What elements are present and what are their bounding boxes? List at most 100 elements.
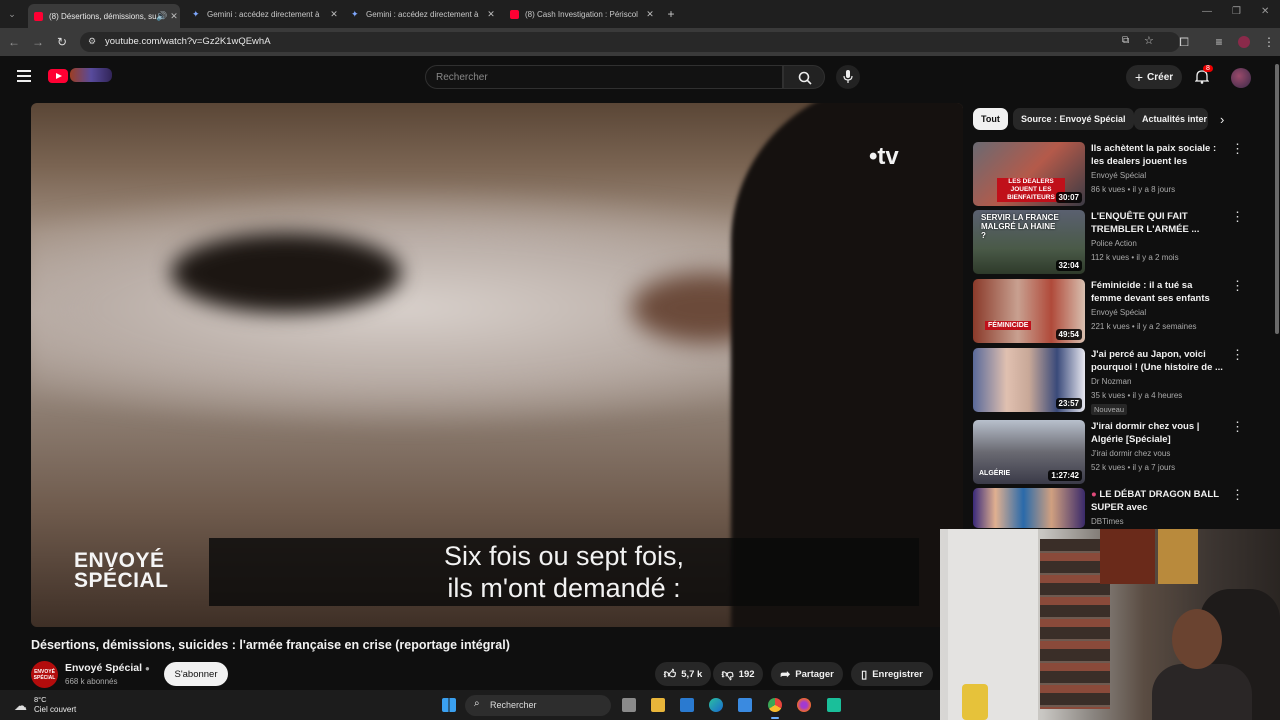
forward-icon[interactable]: → — [30, 34, 46, 50]
webcam-poster — [1158, 529, 1198, 584]
new-tab-icon[interactable]: + — [663, 6, 679, 22]
tab-cash-investigation[interactable]: (8) Cash Investigation : Périscol ✕ — [504, 4, 656, 24]
recommendation-title: J'irai dormir chez vous | Algérie [Spéci… — [1091, 421, 1200, 445]
recommendation-channel: J'irai dormir chez vous — [1091, 449, 1171, 458]
install-app-icon[interactable]: ⧉ — [1122, 35, 1129, 46]
more-options-icon[interactable]: ⋮ — [1231, 142, 1244, 155]
edge-icon[interactable] — [709, 698, 723, 712]
hamburger-menu-icon[interactable] — [17, 70, 31, 82]
recommendation-title: Ils achètent la paix sociale : les deale… — [1091, 143, 1217, 167]
search-input[interactable]: Rechercher — [425, 65, 783, 89]
dislike-count: 192 — [738, 668, 755, 680]
save-button[interactable]: ▯ Enregistrer — [851, 662, 933, 686]
more-options-icon[interactable]: ⋮ — [1231, 348, 1244, 361]
chip-source-envoye-special[interactable]: Source : Envoyé Spécial — [1013, 108, 1134, 130]
search-icon: ⌕ — [474, 698, 480, 709]
cloud-icon: ☁ — [14, 698, 27, 713]
program-logo: ENVOYÉ SPÉCIAL — [74, 549, 169, 591]
account-avatar[interactable] — [1231, 68, 1251, 88]
task-view-icon[interactable] — [622, 698, 636, 712]
voice-search-button[interactable] — [836, 65, 860, 89]
share-button[interactable]: ➦ Partager — [771, 662, 843, 686]
tab-title: Gemini : accédez directement à — [366, 9, 479, 19]
more-options-icon[interactable]: ⋮ — [1231, 210, 1244, 223]
video-thumbnail[interactable]: 23:57 — [973, 348, 1085, 412]
create-button[interactable]: + Créer — [1126, 65, 1182, 89]
url-field[interactable]: ⚙ youtube.com/watch?v=Gz2K1wQEwhA ⧉ ☆ — [80, 32, 1180, 52]
address-bar-row: ← → ↻ ⚙ youtube.com/watch?v=Gz2K1wQEwhA … — [0, 28, 1280, 56]
audio-icon[interactable]: 🔊 — [156, 11, 168, 22]
extensions-icon[interactable]: ⧠ — [1176, 34, 1192, 50]
maximize-icon[interactable]: ❐ — [1232, 6, 1241, 17]
tab-gemini-2[interactable]: ✦ Gemini : accédez directement à ✕ — [345, 4, 497, 24]
chrome-icon[interactable] — [768, 698, 782, 712]
recommendation-item[interactable]: ● LE DÉBAT DRAGON BALL SUPER avec @Sofia… — [973, 488, 1253, 528]
media-controls-icon[interactable]: ≡ — [1211, 34, 1227, 50]
reload-icon[interactable]: ↻ — [54, 34, 70, 50]
create-label: Créer — [1147, 71, 1174, 83]
windows-start-icon[interactable] — [442, 698, 456, 712]
more-options-icon[interactable]: ⋮ — [1231, 420, 1244, 433]
more-options-icon[interactable]: ⋮ — [1231, 488, 1244, 501]
recommendation-item[interactable]: ALGÉRIE 1:27:42 J'irai dormir chez vous … — [973, 420, 1253, 484]
video-player[interactable]: •tv ENVOYÉ SPÉCIAL Six fois ou sept fois… — [31, 103, 963, 627]
like-button[interactable]: 👍︎ 5,7 k — [655, 662, 711, 686]
subscribe-button[interactable]: S'abonner — [164, 662, 228, 686]
video-thumbnail[interactable]: LES DEALERS JOUENT LES BIENFAITEURS 30:0… — [973, 142, 1085, 206]
new-badge: Nouveau — [1091, 404, 1128, 415]
more-options-icon[interactable]: ⋮ — [1231, 279, 1244, 292]
window-close-icon[interactable]: ✕ — [1261, 6, 1269, 17]
recommendation-meta: 35 k vues • il y a 4 heures — [1091, 391, 1183, 400]
video-thumbnail[interactable]: ALGÉRIE 1:27:42 — [973, 420, 1085, 484]
dislike-button[interactable]: 👎︎ 192 — [713, 662, 763, 686]
tab-search-icon[interactable]: ⌄ — [4, 6, 20, 22]
minimize-icon[interactable]: — — [1202, 6, 1212, 17]
channel-name[interactable]: Envoyé Spécial ● — [65, 662, 150, 674]
store-icon[interactable] — [738, 698, 752, 712]
bookmark-star-icon[interactable]: ☆ — [1144, 34, 1154, 47]
program-logo-line1: ENVOYÉ — [74, 549, 165, 572]
firefox-icon[interactable] — [797, 698, 811, 712]
weather-temperature: 8°C — [34, 695, 47, 704]
broadcaster-logo: •tv — [869, 143, 899, 170]
video-frame-object — [171, 233, 401, 313]
youtube-logo-icon[interactable] — [48, 69, 68, 83]
save-label: Enregistrer — [872, 668, 923, 680]
tab-close-icon[interactable]: ✕ — [485, 9, 497, 20]
video-thumbnail[interactable]: SERVIR LA FRANCE MALGRÉ LA HAINE ? 32:04 — [973, 210, 1085, 274]
notification-badge: 8 — [1203, 65, 1213, 72]
page-scrollbar[interactable] — [1275, 64, 1279, 334]
browser-tab-bar: ⌄ (8) Désertions, démissions, suicides 🔊… — [0, 0, 1280, 28]
recommendation-item[interactable]: FÉMINICIDE 49:54 Féminicide : il a tué s… — [973, 279, 1253, 343]
tab-desertions[interactable]: (8) Désertions, démissions, suicides 🔊 ✕ — [28, 4, 180, 28]
chip-all[interactable]: Tout — [973, 108, 1008, 130]
channel-avatar[interactable]: ENVOYÉ SPÉCIAL — [31, 661, 58, 688]
tab-close-icon[interactable]: ✕ — [328, 9, 340, 20]
tab-gemini-1[interactable]: ✦ Gemini : accédez directement à ✕ — [186, 4, 340, 24]
chevron-right-icon[interactable]: › — [1220, 112, 1224, 127]
gemini-favicon-icon: ✦ — [351, 8, 359, 19]
outlook-icon[interactable] — [680, 698, 694, 712]
recommendation-meta: 112 k vues • il y a 2 mois — [1091, 253, 1179, 262]
recommendation-channel: Dr Nozman — [1091, 377, 1132, 386]
recommendation-item[interactable]: SERVIR LA FRANCE MALGRÉ LA HAINE ? 32:04… — [973, 210, 1253, 274]
browser-menu-icon[interactable]: ⋮ — [1261, 34, 1277, 50]
tab-close-icon[interactable]: ✕ — [168, 11, 180, 22]
chip-international-news[interactable]: Actualités inter — [1134, 108, 1208, 130]
recommendation-item[interactable]: LES DEALERS JOUENT LES BIENFAITEURS 30:0… — [973, 142, 1253, 206]
video-thumbnail[interactable] — [973, 488, 1085, 528]
video-title: Désertions, démissions, suicides : l'arm… — [31, 638, 510, 652]
profile-avatar-icon[interactable] — [1236, 34, 1252, 50]
search-button[interactable] — [783, 65, 825, 89]
recommendation-title: Féminicide : il a tué sa femme devant se… — [1091, 280, 1210, 304]
notifications-button[interactable]: 8 — [1194, 65, 1213, 87]
tab-close-icon[interactable]: ✕ — [644, 9, 656, 20]
file-explorer-icon[interactable] — [651, 698, 665, 712]
teal-app-icon[interactable] — [827, 698, 841, 712]
video-duration: 32:04 — [1055, 260, 1082, 271]
taskbar-search[interactable]: ⌕ Rechercher — [465, 695, 611, 716]
site-info-icon[interactable]: ⚙ — [88, 36, 96, 47]
video-thumbnail[interactable]: FÉMINICIDE 49:54 — [973, 279, 1085, 343]
back-icon[interactable]: ← — [6, 34, 22, 50]
recommendation-item[interactable]: 23:57 J'ai percé au Japon, voici pourquo… — [973, 348, 1253, 415]
